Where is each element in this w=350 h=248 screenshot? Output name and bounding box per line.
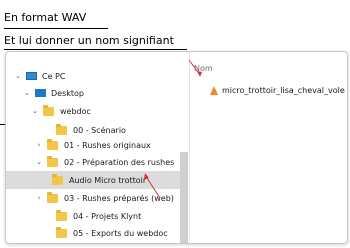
chevron-right-icon[interactable]: ›	[35, 141, 43, 149]
folder-icon	[43, 104, 54, 116]
file-item[interactable]: micro_trottoir_lisa_cheval_vole	[210, 86, 345, 95]
tree-item-preparation-rushes[interactable]: ⌄ 02 - Préparation des rushes	[35, 153, 174, 171]
folder-icon	[47, 155, 58, 167]
tree-item-label: Desktop	[51, 88, 84, 98]
vlc-file-icon	[210, 86, 218, 95]
file-list-pane: Nom micro_trottoir_lisa_cheval_vole	[190, 52, 347, 243]
caption-underline	[4, 49, 187, 50]
tree-item-audio-micro-trottoir[interactable]: Audio Micro trottoir	[6, 171, 180, 189]
tree-item-label: 01 - Rushes originaux	[64, 140, 151, 150]
tree-item-ce-pc[interactable]: ⌄ Ce PC	[14, 67, 65, 85]
chevron-down-icon[interactable]: ⌄	[31, 107, 39, 115]
tree-item-rushes-prepares[interactable]: › 03 - Rushes préparés (web)	[35, 189, 174, 207]
column-header-name[interactable]: Nom	[194, 64, 213, 73]
tree-item-label: 00 - Scénario	[73, 125, 126, 135]
desktop-icon	[35, 89, 46, 97]
file-explorer-window: ⌄ Ce PC ⌄ Desktop ⌄ webdoc 00 - Scénario…	[5, 51, 348, 244]
caption-format-wav: En format WAV	[4, 11, 87, 24]
navigation-pane: ⌄ Ce PC ⌄ Desktop ⌄ webdoc 00 - Scénario…	[6, 52, 190, 243]
scrollbar[interactable]	[180, 152, 188, 243]
tree-item-exports-webdoc[interactable]: 05 - Exports du webdoc	[44, 224, 168, 242]
tree-item-label: webdoc	[60, 106, 91, 116]
caption-underline	[4, 28, 108, 29]
caption-meaningful-name: Et lui donner un nom signifiant	[4, 34, 174, 47]
file-name: micro_trottoir_lisa_cheval_vole	[222, 86, 345, 95]
tree-item-label: Ce PC	[42, 71, 66, 81]
chevron-down-icon[interactable]: ⌄	[23, 89, 31, 97]
chevron-down-icon[interactable]: ⌄	[35, 158, 43, 166]
tree-item-webdoc[interactable]: ⌄ webdoc	[31, 102, 91, 120]
computer-icon	[26, 72, 37, 80]
folder-icon	[56, 209, 67, 221]
tree-item-desktop[interactable]: ⌄ Desktop	[23, 84, 84, 102]
tree-item-projets-klynt[interactable]: 04 - Projets Klynt	[44, 207, 141, 225]
chevron-down-icon[interactable]: ⌄	[14, 72, 22, 80]
tree-item-label: 02 - Préparation des rushes	[64, 157, 175, 167]
folder-icon	[47, 138, 58, 150]
tree-item-label: 05 - Exports du webdoc	[73, 228, 168, 238]
tree-item-label: 03 - Rushes préparés (web)	[64, 193, 174, 203]
tree-item-label: Audio Micro trottoir	[69, 175, 147, 185]
folder-icon	[52, 173, 63, 185]
tree-item-rushes-originaux[interactable]: › 01 - Rushes originaux	[35, 136, 151, 154]
tree-item-label: 04 - Projets Klynt	[73, 211, 142, 221]
folder-icon	[56, 123, 67, 135]
chevron-right-icon[interactable]: ›	[35, 194, 43, 202]
folder-icon	[47, 191, 58, 203]
folder-icon	[56, 226, 67, 238]
